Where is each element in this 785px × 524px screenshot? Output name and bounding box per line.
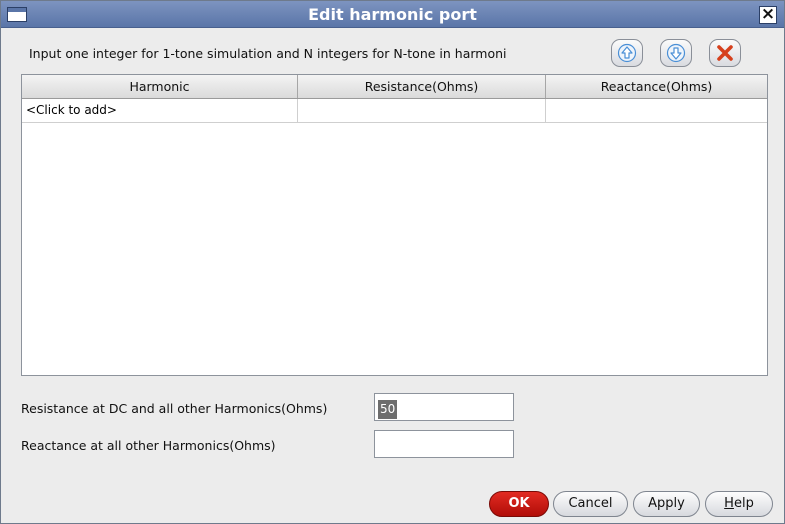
- column-header-resistance[interactable]: Resistance(Ohms): [298, 75, 546, 98]
- delete-x-icon: [717, 45, 733, 61]
- resistance-cell[interactable]: [298, 99, 546, 122]
- column-header-harmonic[interactable]: Harmonic: [22, 75, 298, 98]
- reactance-field[interactable]: [374, 430, 514, 458]
- arrow-up-icon: [617, 43, 637, 63]
- help-label-rest: elp: [733, 496, 754, 511]
- table-row[interactable]: <Click to add>: [22, 99, 767, 123]
- help-mnemonic: H: [724, 496, 734, 511]
- delete-row-button[interactable]: [709, 39, 741, 67]
- ok-button[interactable]: OK: [489, 491, 549, 517]
- help-button[interactable]: Help: [705, 491, 773, 517]
- instruction-text: Input one integer for 1-tone simulation …: [29, 46, 507, 61]
- reactance-label: Reactance at all other Harmonics(Ohms): [21, 438, 276, 453]
- dialog-window: Edit harmonic port × Input one integer f…: [0, 0, 785, 524]
- title-bar[interactable]: Edit harmonic port ×: [1, 1, 784, 28]
- arrow-down-icon: [666, 43, 686, 63]
- resistance-label: Resistance at DC and all other Harmonics…: [21, 401, 328, 416]
- cancel-button[interactable]: Cancel: [553, 491, 628, 517]
- apply-button[interactable]: Apply: [633, 491, 700, 517]
- reactance-cell[interactable]: [546, 99, 767, 122]
- window-title: Edit harmonic port: [308, 5, 477, 24]
- close-icon[interactable]: ×: [759, 6, 777, 24]
- harmonics-table[interactable]: Harmonic Resistance(Ohms) Reactance(Ohms…: [21, 74, 768, 376]
- table-header: Harmonic Resistance(Ohms) Reactance(Ohms…: [22, 75, 767, 99]
- move-up-button[interactable]: [611, 39, 643, 67]
- column-header-reactance[interactable]: Reactance(Ohms): [546, 75, 767, 98]
- move-down-button[interactable]: [660, 39, 692, 67]
- harmonic-cell[interactable]: <Click to add>: [22, 99, 298, 122]
- resistance-value[interactable]: 50: [378, 400, 398, 419]
